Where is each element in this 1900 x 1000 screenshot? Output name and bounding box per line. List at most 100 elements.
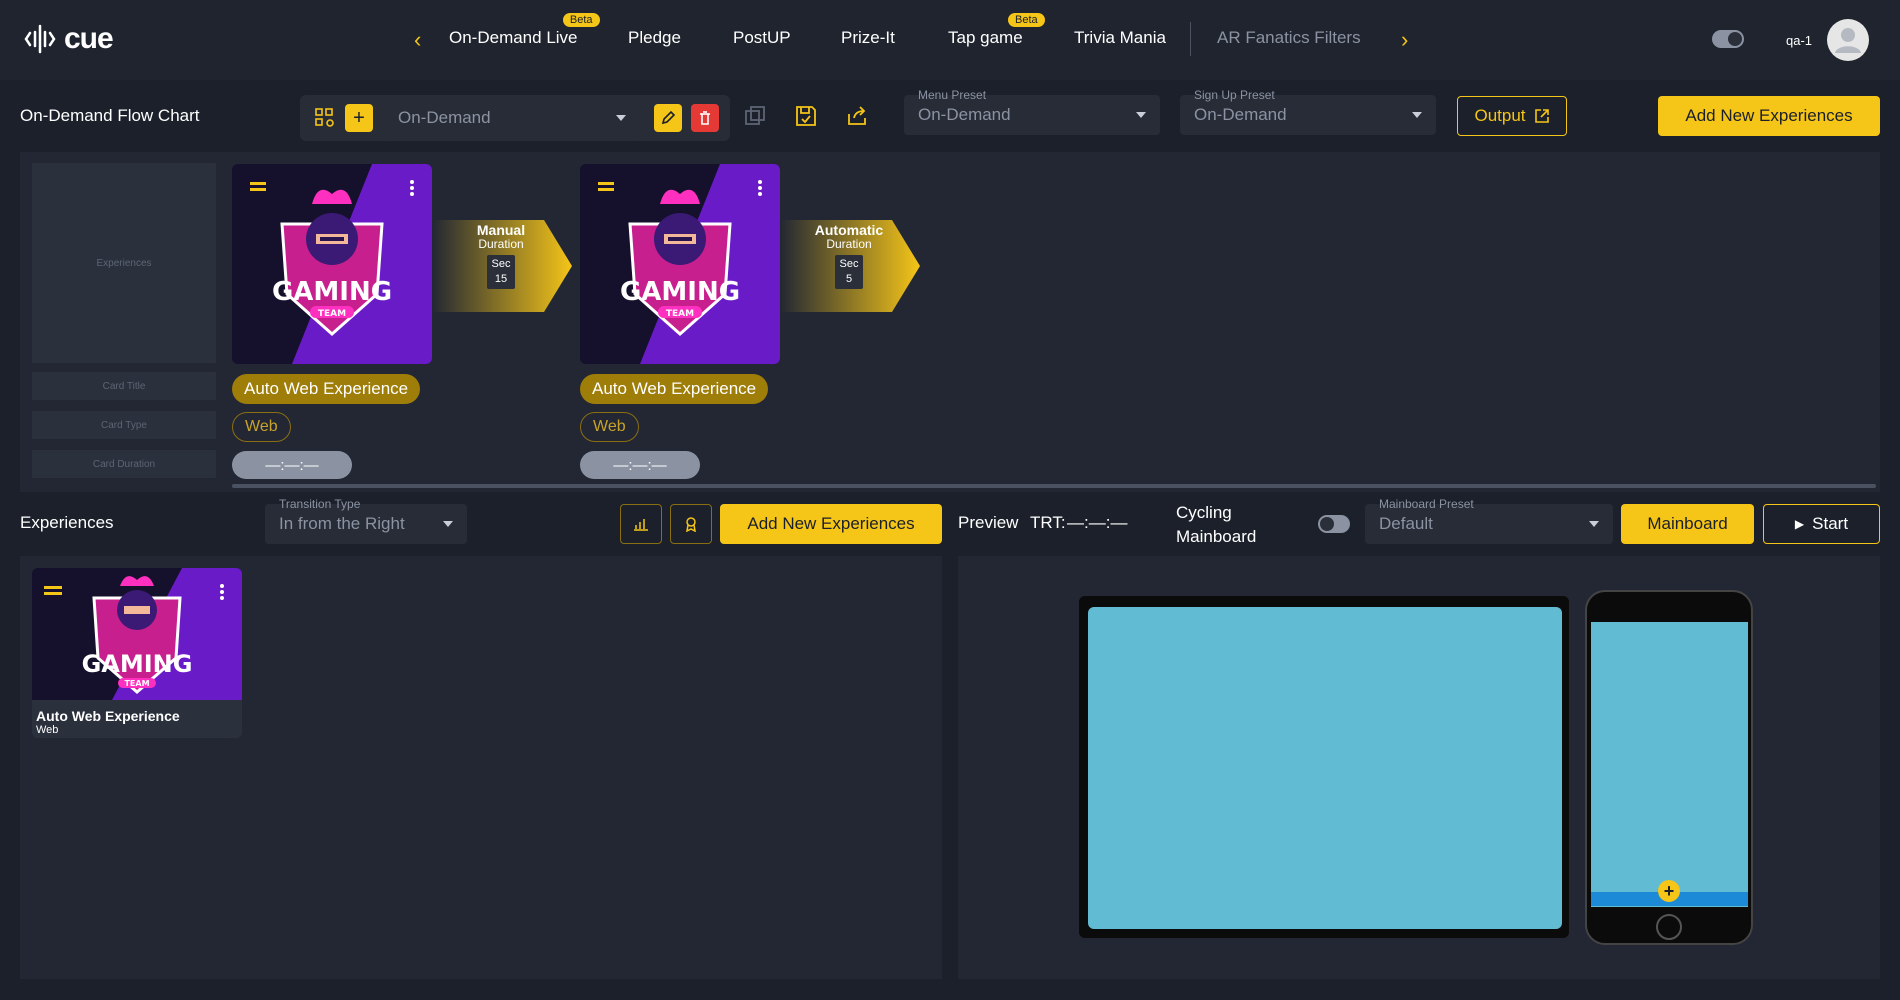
card-type-placeholder: Card Type — [32, 411, 216, 439]
flow-horizontal-scrollbar[interactable] — [232, 484, 1876, 488]
edit-button[interactable] — [654, 104, 682, 132]
gaming-team-logo-icon: GAMING TEAM — [32, 568, 242, 700]
experience-card-image[interactable]: GAMING TEAM — [580, 164, 780, 364]
flow-tool-group: + On-Demand — [300, 95, 730, 141]
svg-text:TEAM: TEAM — [666, 309, 694, 319]
nav-next-chevron-icon[interactable]: › — [1401, 27, 1408, 53]
seconds-unit: Sec — [839, 258, 859, 270]
experiences-title: Experiences — [20, 513, 114, 532]
user-name: qa-1 — [1786, 33, 1813, 48]
transition-info: Manual Duration Sec 15 — [456, 223, 546, 289]
cycling-mainboard-toggle[interactable] — [1318, 515, 1350, 533]
add-flow-button[interactable]: + — [345, 104, 373, 132]
top-navigation-bar: cue ‹ On-Demand Live Beta Pledge PostUP … — [0, 0, 1900, 80]
external-link-icon — [1534, 109, 1549, 123]
transition-type-field[interactable]: Transition Type In from the Right — [265, 497, 467, 544]
transition-type-value: In from the Right — [279, 514, 405, 533]
seconds-value: 5 — [845, 273, 853, 285]
transition-type-label: Transition Type — [279, 497, 361, 511]
experience-list-item[interactable]: GAMING TEAM Auto Web Experience Web — [32, 568, 242, 738]
nav-item-on-demand-live[interactable]: On-Demand Live Beta — [449, 13, 600, 48]
trt-label: TRT: — [1030, 513, 1066, 532]
stats-button[interactable] — [620, 504, 662, 544]
caret-down-icon — [1589, 521, 1599, 527]
duplicate-icon[interactable] — [740, 101, 770, 131]
seconds-value: 15 — [494, 273, 508, 285]
experience-item-title: Auto Web Experience — [36, 708, 180, 724]
caret-down-icon — [616, 115, 626, 121]
soundwave-icon — [24, 24, 56, 54]
preview-title: Preview — [958, 513, 1019, 532]
nav-item-tap-game[interactable]: Tap game Beta — [948, 13, 1045, 48]
user-icon — [1835, 28, 1861, 53]
transition-duration-label: Duration — [478, 237, 524, 251]
caret-down-icon — [1136, 112, 1146, 118]
transition-seconds: Sec 5 — [835, 255, 863, 289]
nav-item-pledge[interactable]: Pledge — [628, 28, 681, 48]
card-title-pill[interactable]: Auto Web Experience — [232, 374, 421, 404]
transition-info: Automatic Duration Sec 5 — [804, 223, 894, 289]
logo-text: cue — [64, 22, 114, 55]
trash-icon — [700, 111, 710, 125]
nav-item-postup[interactable]: PostUP — [733, 28, 791, 48]
card-title-pill[interactable]: Auto Web Experience — [580, 374, 769, 404]
nav-prev-chevron-icon[interactable]: ‹ — [414, 27, 421, 53]
card-type-pill: Web — [580, 412, 639, 442]
menu-preset-value: On-Demand — [918, 105, 1011, 124]
svg-text:TEAM: TEAM — [124, 679, 149, 688]
add-new-experiences-button[interactable]: Add New Experiences — [720, 504, 942, 544]
menu-preset-label: Menu Preset — [918, 88, 987, 102]
avatar[interactable] — [1827, 19, 1869, 61]
card-type-pill: Web — [232, 412, 291, 442]
gaming-team-logo-icon: GAMING TEAM — [580, 164, 780, 364]
mainboard-button[interactable]: Mainboard — [1621, 504, 1754, 544]
experiences-placeholder: Experiences — [32, 163, 216, 363]
save-icon[interactable] — [791, 101, 821, 131]
award-icon — [686, 517, 696, 532]
output-button[interactable]: Output — [1457, 96, 1567, 136]
phone-preview-screen — [1591, 622, 1748, 907]
card-duration-pill[interactable]: —:—:— — [580, 451, 700, 479]
svg-text:GAMING: GAMING — [620, 277, 740, 307]
caret-down-icon — [1412, 112, 1422, 118]
share-icon[interactable] — [842, 101, 872, 131]
card-duration-pill[interactable]: —:—:— — [232, 451, 352, 479]
nav-item-ar-fanatics-filters[interactable]: AR Fanatics Filters — [1217, 28, 1361, 48]
phone-add-icon[interactable]: + — [1658, 880, 1680, 902]
transition-duration-label: Duration — [826, 237, 872, 251]
award-button[interactable] — [670, 504, 712, 544]
add-new-experiences-button-top[interactable]: Add New Experiences — [1658, 96, 1880, 136]
nav-item-trivia-mania[interactable]: Trivia Mania — [1074, 28, 1166, 48]
delete-button[interactable] — [691, 104, 719, 132]
start-button[interactable]: ▶ Start — [1763, 504, 1880, 544]
caret-down-icon — [443, 521, 453, 527]
phone-home-button — [1656, 914, 1682, 940]
svg-text:TEAM: TEAM — [318, 309, 346, 319]
mainboard-preset-label: Mainboard Preset — [1379, 497, 1474, 511]
plus-icon: + — [353, 106, 365, 129]
nav-item-prize-it[interactable]: Prize-It — [841, 28, 895, 48]
cue-logo[interactable]: cue — [24, 22, 114, 56]
gaming-team-logo-icon: GAMING TEAM — [232, 164, 432, 364]
beta-badge: Beta — [1008, 13, 1045, 27]
beta-badge: Beta — [562, 13, 600, 27]
start-label: Start — [1812, 514, 1849, 533]
theme-toggle[interactable] — [1712, 30, 1744, 48]
nav-divider — [1190, 22, 1191, 56]
experience-card-image[interactable]: GAMING TEAM — [232, 164, 432, 364]
svg-text:GAMING: GAMING — [82, 650, 193, 678]
mainboard-preset-value: Default — [1379, 514, 1433, 533]
grid-settings-icon[interactable] — [310, 103, 340, 133]
cycling-label-line1: Cycling — [1176, 503, 1232, 522]
flow-select[interactable]: On-Demand — [384, 98, 640, 138]
mainboard-preset-field[interactable]: Mainboard Preset Default — [1365, 497, 1613, 544]
output-label: Output — [1474, 106, 1526, 125]
pencil-icon — [661, 110, 676, 125]
cycling-mainboard-label: Cycling Mainboard — [1176, 501, 1256, 549]
tablet-preview-screen — [1088, 607, 1562, 929]
seconds-unit: Sec — [491, 258, 511, 270]
cycling-label-line2: Mainboard — [1176, 527, 1257, 546]
menu-preset-field[interactable]: Menu Preset On-Demand — [904, 88, 1160, 135]
transition-mode: Automatic — [814, 222, 884, 238]
signup-preset-field[interactable]: Sign Up Preset On-Demand — [1180, 88, 1436, 135]
